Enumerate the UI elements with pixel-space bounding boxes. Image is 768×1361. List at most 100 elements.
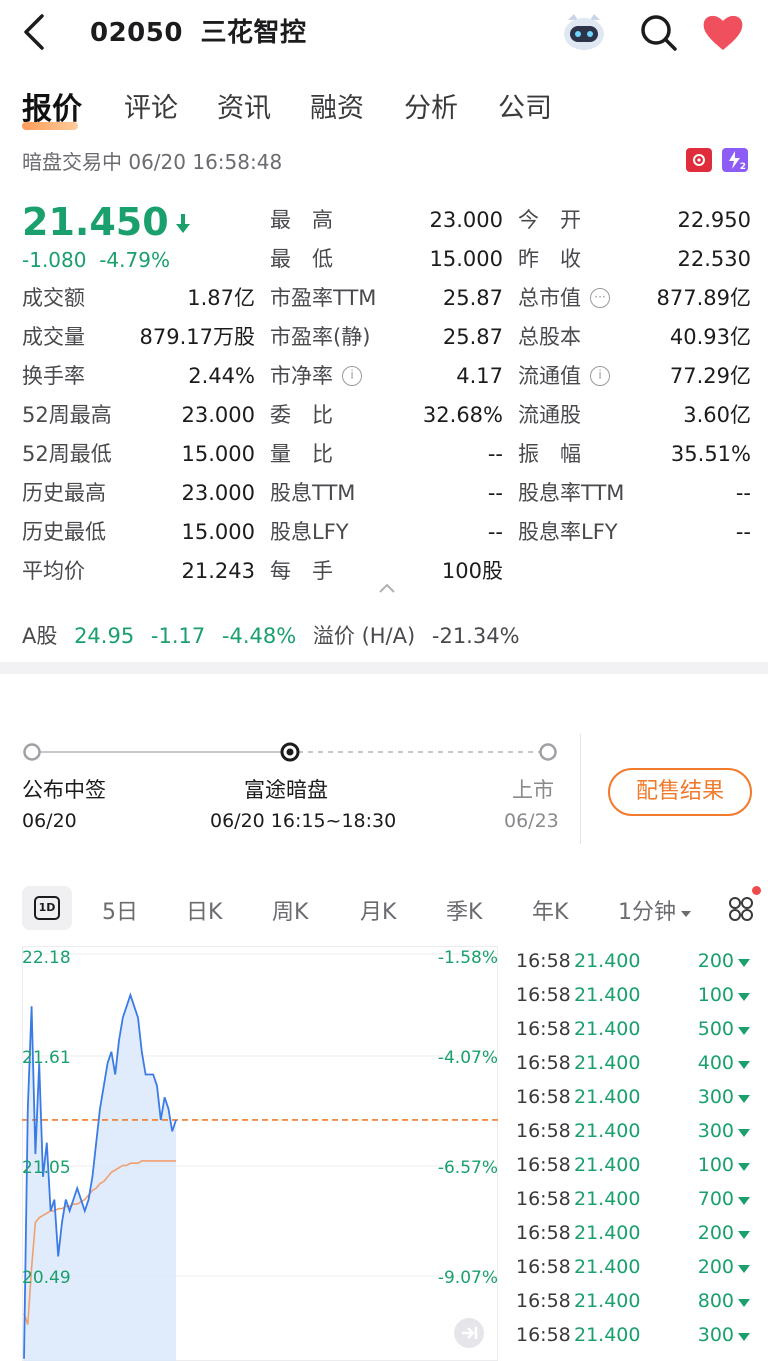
trade-row: 16:58 21.400 300 [516, 1324, 756, 1354]
robot-assistant-icon[interactable] [560, 10, 608, 52]
trade-volume: 500 [697, 1018, 734, 1040]
step-listing-label: 上市 [512, 778, 554, 802]
quote-label: 股息TTM [270, 481, 356, 505]
tab-news[interactable]: 资讯 [217, 86, 271, 125]
quote-label: 成交量 [22, 325, 85, 349]
trade-volume: 100 [697, 984, 734, 1006]
a-share-comparison[interactable]: A股 24.95 -1.17 -4.48% 溢价 (H/A) -21.34% [22, 620, 530, 650]
down-arrow-icon [738, 1299, 750, 1307]
quote-value: -- [735, 520, 751, 544]
trade-volume: 400 [697, 1052, 734, 1074]
trade-price: 21.400 [574, 1052, 641, 1074]
tab-intraday[interactable]: 1D [22, 886, 72, 930]
down-arrow-icon [738, 1061, 750, 1069]
trade-price: 21.400 [574, 984, 641, 1006]
trade-volume: 200 [697, 950, 734, 972]
allotment-results-button[interactable]: 配售结果 [608, 768, 752, 816]
trade-time: 16:58 [516, 1052, 571, 1074]
quote-value: 15.000 [181, 442, 255, 466]
pct-tick-label: -6.57% [437, 1158, 498, 1178]
quote-value: 23.000 [181, 481, 255, 505]
trade-price: 21.400 [574, 1188, 641, 1210]
collapse-chevron-icon[interactable] [378, 582, 396, 594]
pct-tick-label: -9.07% [437, 1268, 498, 1288]
quote-label: 流通股 [518, 403, 581, 427]
quote-value: 2.44% [188, 364, 255, 388]
price-change: -1.080 -4.79% [22, 248, 170, 272]
level2-badge: 2 [739, 162, 746, 172]
pct-tick-label: -4.07% [437, 1048, 498, 1068]
step-allotment-date: 06/20 [22, 810, 77, 832]
quote-label[interactable]: 流通值 [518, 361, 581, 391]
down-arrow-icon [738, 1231, 750, 1239]
tab-weekly-k[interactable]: 周K [272, 894, 308, 926]
quote-value: 23.000 [429, 208, 503, 232]
search-icon[interactable] [638, 12, 678, 52]
trade-price: 21.400 [574, 1256, 641, 1278]
pct-tick-label: -1.58% [437, 948, 498, 968]
trade-time: 16:58 [516, 1222, 571, 1244]
a-share-pct: -4.48% [221, 624, 297, 648]
trade-volume: 200 [697, 1256, 734, 1278]
quote-label: 今 开 [518, 208, 581, 232]
quote-label: 委 比 [270, 403, 333, 427]
quote-label: 昨 收 [518, 247, 581, 271]
trade-row: 16:58 21.400 100 [516, 1154, 756, 1184]
back-arrow-icon[interactable] [18, 12, 52, 52]
timeline-track [23, 742, 557, 762]
trade-time: 16:58 [516, 1188, 571, 1210]
stock-name: 三花智控 [200, 18, 307, 48]
trade-time: 16:58 [516, 1018, 571, 1040]
trade-volume: 200 [697, 1222, 734, 1244]
trade-row: 16:58 21.400 400 [516, 1052, 756, 1082]
trade-row: 16:58 21.400 800 [516, 1290, 756, 1320]
trade-time: 16:58 [516, 1256, 571, 1278]
divider [580, 734, 581, 844]
quote-value: 77.29亿 [669, 364, 751, 388]
trade-volume: 100 [697, 1154, 734, 1176]
quote-value: 40.93亿 [669, 325, 751, 349]
step-allotment-label: 公布中签 [22, 778, 106, 802]
section-tabs: 报价 评论 资讯 融资 分析 公司 [0, 82, 768, 132]
trade-price: 21.400 [574, 1290, 641, 1312]
chart-settings-grid-icon[interactable] [728, 896, 754, 922]
favorite-heart-icon[interactable] [700, 12, 746, 52]
trade-price: 21.400 [574, 1120, 641, 1142]
down-arrow-icon [738, 993, 750, 1001]
a-share-label: A股 [22, 624, 58, 648]
tab-5day[interactable]: 5日 [102, 894, 138, 926]
quote-value: 879.17万股 [139, 325, 255, 349]
stock-title: 02050 三花智控 [90, 12, 307, 49]
level2-lightning-icon[interactable]: 2 [722, 148, 748, 172]
quote-value: 1.87亿 [187, 286, 255, 310]
quote-label[interactable]: 总市值 [518, 283, 581, 313]
premium-value: -21.34% [431, 624, 520, 648]
quote-value: 25.87 [442, 325, 503, 349]
tab-daily-k[interactable]: 日K [186, 894, 222, 926]
tab-analysis[interactable]: 分析 [404, 86, 458, 125]
quote-label: 历史最低 [22, 520, 106, 544]
expand-chart-icon[interactable] [452, 1316, 486, 1350]
quote-value: 15.000 [181, 520, 255, 544]
down-arrow-icon [738, 1333, 750, 1341]
y-tick-label: 21.61 [22, 1048, 71, 1068]
quote-value: 32.68% [422, 403, 503, 427]
tab-monthly-k[interactable]: 月K [360, 894, 396, 926]
tab-company[interactable]: 公司 [498, 86, 552, 125]
quote-value: -- [487, 520, 503, 544]
tab-quarterly-k[interactable]: 季K [446, 894, 482, 926]
trade-volume: 700 [697, 1188, 734, 1210]
quote-label: 量 比 [270, 442, 333, 466]
quote-label: 振 幅 [518, 442, 581, 466]
trade-price: 21.400 [574, 1018, 641, 1040]
premium-label: 溢价 (H/A) [312, 624, 416, 648]
intraday-chart[interactable]: 22.18 21.61 21.05 20.49 -1.58% -4.07% -6… [22, 946, 498, 1361]
tab-financing[interactable]: 融资 [310, 86, 364, 125]
tab-1min-dropdown[interactable]: 1分钟 [618, 894, 692, 926]
tab-yearly-k[interactable]: 年K [532, 894, 568, 926]
quote-label[interactable]: 市净率 [270, 361, 333, 391]
quote-label: 52周最低 [22, 442, 112, 466]
tab-comments[interactable]: 评论 [124, 86, 178, 125]
trade-price: 21.400 [574, 1324, 641, 1346]
quote-value: 35.51% [670, 442, 751, 466]
